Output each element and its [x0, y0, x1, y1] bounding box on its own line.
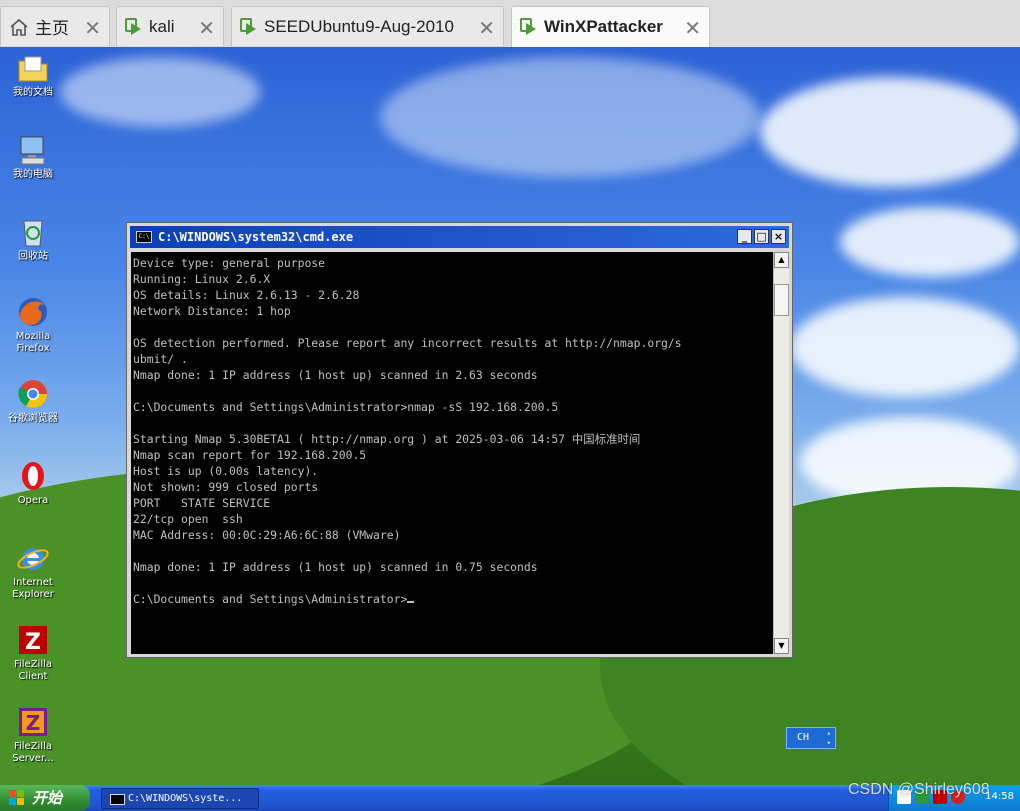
tab-winxpattacker[interactable]: WinXPattacker ✕ — [511, 6, 710, 47]
opera-icon — [16, 459, 50, 493]
desktop-icon-label: Opera — [17, 495, 49, 506]
console-line: OS detection performed. Please report an… — [133, 336, 682, 350]
vm-tab-bar: 主页 ✕ kali ✕ SEEDUbuntu9-Aug-2010 ✕ WinXP… — [0, 0, 1020, 48]
desktop-icon-label: 回收站 — [18, 251, 48, 262]
console-line: C:\Documents and Settings\Administrator> — [133, 592, 408, 606]
cloud — [790, 297, 1020, 397]
cloud — [760, 77, 1020, 187]
filezilla-client-icon: Z — [16, 623, 50, 657]
my-documents-icon — [16, 51, 50, 85]
svg-text:Z: Z — [26, 711, 41, 735]
firefox-icon — [16, 295, 50, 329]
my-computer-icon — [16, 133, 50, 167]
start-button[interactable]: 开始 — [0, 785, 90, 811]
watermark: CSDN @Shirley608 — [848, 781, 990, 798]
console-line: Host is up (0.00s latency). — [133, 464, 319, 478]
console-line: Not shown: 999 closed ports — [133, 480, 319, 494]
scroll-thumb[interactable] — [774, 284, 789, 316]
tab-label: kali — [149, 16, 175, 36]
cloud — [840, 207, 1020, 277]
console-line: C:\Documents and Settings\Administrator>… — [133, 400, 559, 414]
vm-icon — [125, 17, 143, 36]
desktop-icon-label: Internet Explorer — [12, 577, 54, 600]
filezilla-server-icon: Z — [16, 705, 50, 739]
console-line: MAC Address: 00:0C:29:A6:6C:88 (VMware) — [133, 528, 401, 542]
language-options-icon[interactable]: ▴ ▾ — [827, 728, 831, 748]
tab-seedubuntu[interactable]: SEEDUbuntu9-Aug-2010 ✕ — [231, 6, 504, 46]
tab-label: SEEDUbuntu9-Aug-2010 — [264, 16, 454, 36]
desktop-icon-firefox[interactable]: Mozilla Firefox — [0, 295, 66, 355]
console-output[interactable]: Device type: general purpose Running: Li… — [131, 252, 774, 654]
language-bar[interactable]: CH ▴ ▾ — [786, 727, 836, 749]
desktop-icon-filezilla-server[interactable]: Z FileZilla Server... — [0, 705, 66, 765]
console-line: Device type: general purpose — [133, 256, 326, 270]
console-line: OS details: Linux 2.6.13 - 2.6.28 — [133, 288, 360, 302]
internet-explorer-icon — [16, 541, 50, 575]
cloud — [60, 57, 260, 127]
tab-label: 主页 — [35, 19, 69, 38]
console-line: ubmit/ . — [133, 352, 188, 366]
console-line: Nmap done: 1 IP address (1 host up) scan… — [133, 560, 538, 574]
vm-icon — [520, 18, 538, 36]
console-line: PORT STATE SERVICE — [133, 496, 271, 510]
console-line: Nmap done: 1 IP address (1 host up) scan… — [133, 368, 538, 382]
vertical-scrollbar[interactable]: ▲ ▼ — [773, 252, 789, 654]
svg-text:Z: Z — [25, 630, 41, 655]
desktop-icon-label: 我的电脑 — [13, 169, 53, 180]
start-label: 开始 — [32, 789, 63, 807]
desktop-icon-label: FileZilla Client — [13, 659, 53, 682]
minimize-button[interactable]: _ — [737, 229, 752, 244]
scroll-up-button[interactable]: ▲ — [774, 252, 789, 268]
desktop-icon-my-documents[interactable]: 我的文档 — [0, 51, 66, 99]
desktop-icon-chrome[interactable]: 谷歌浏览器 — [0, 377, 66, 425]
taskbar-item-label: C:\WINDOWS\syste... — [128, 793, 243, 804]
home-icon — [9, 18, 29, 36]
desktop-icon-label: Mozilla Firefox — [15, 331, 51, 354]
console-line: Running: Linux 2.6.X — [133, 272, 271, 286]
console-line: Starting Nmap 5.30BETA1 ( http://nmap.or… — [133, 432, 641, 446]
desktop-icon-label: 我的文档 — [13, 87, 53, 98]
cloud — [380, 57, 760, 177]
close-icon[interactable]: ✕ — [198, 16, 215, 40]
tab-home[interactable]: 主页 ✕ — [0, 6, 110, 46]
cmd-icon — [110, 794, 125, 805]
desktop-icon-recycle-bin[interactable]: 回收站 — [0, 215, 66, 263]
cmd-window[interactable]: C:\ C:\WINDOWS\system32\cmd.exe _ □ × De… — [126, 222, 793, 658]
tab-label: WinXPattacker — [544, 17, 663, 36]
desktop-icon-internet-explorer[interactable]: Internet Explorer — [0, 541, 66, 601]
taskbar-item-cmd[interactable]: C:\WINDOWS\syste... — [101, 788, 259, 809]
recycle-bin-icon — [16, 215, 50, 249]
close-icon[interactable]: ✕ — [478, 16, 495, 40]
maximize-button[interactable]: □ — [754, 229, 769, 244]
close-icon[interactable]: ✕ — [84, 16, 101, 40]
window-title: C:\WINDOWS\system32\cmd.exe — [158, 230, 354, 244]
vm-icon — [240, 17, 258, 36]
desktop-icon-opera[interactable]: Opera — [0, 459, 66, 507]
console-line: Network Distance: 1 hop — [133, 304, 291, 318]
console-line: 22/tcp open ssh — [133, 512, 243, 526]
close-button[interactable]: × — [771, 229, 786, 244]
text-cursor — [407, 601, 415, 603]
console-text: Device type: general purpose Running: Li… — [131, 252, 774, 607]
tab-kali[interactable]: kali ✕ — [116, 6, 224, 46]
cmd-icon: C:\ — [136, 231, 152, 243]
desktop-icon-my-computer[interactable]: 我的电脑 — [0, 133, 66, 181]
console-line: Nmap scan report for 192.168.200.5 — [133, 448, 367, 462]
chrome-icon — [16, 377, 50, 411]
desktop-icon-label: 谷歌浏览器 — [8, 413, 58, 424]
desktop-icon-filezilla-client[interactable]: Z FileZilla Client — [0, 623, 66, 683]
close-icon[interactable]: ✕ — [684, 16, 701, 40]
scroll-down-button[interactable]: ▼ — [774, 638, 789, 654]
language-label: CH — [797, 732, 810, 743]
window-title-bar[interactable]: C:\ C:\WINDOWS\system32\cmd.exe _ □ × — [130, 226, 789, 248]
windows-logo-icon — [9, 790, 25, 806]
desktop-icon-label: FileZilla Server... — [12, 741, 54, 764]
